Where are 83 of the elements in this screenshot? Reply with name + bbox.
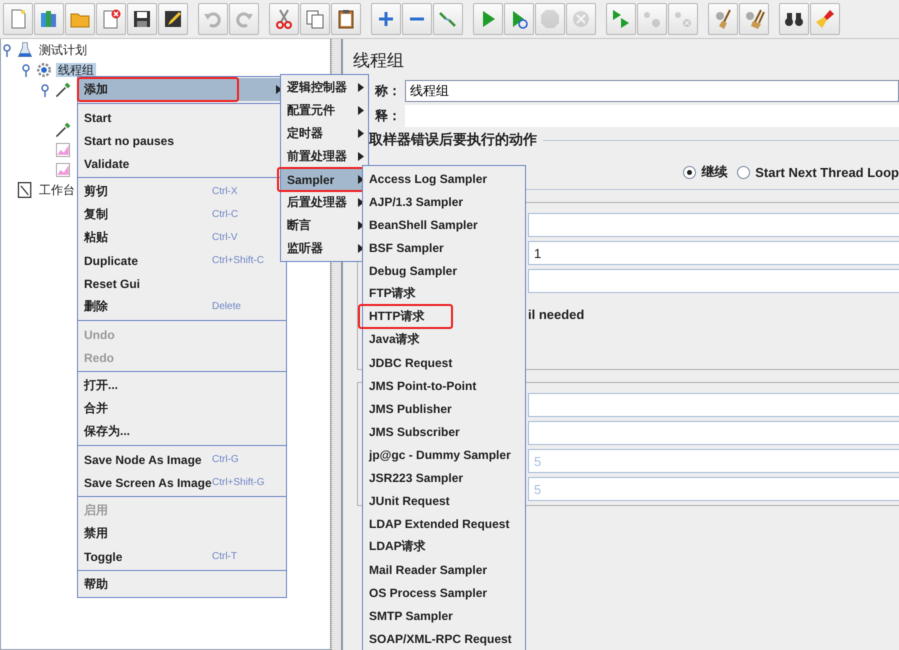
input-field[interactable] <box>528 269 899 293</box>
menu-item[interactable]: HTTP请求 <box>363 305 525 328</box>
section-title: 取样器错误后要执行的动作 <box>369 131 537 149</box>
menu-item[interactable]: Save Node As Image Ctrl-G <box>78 448 286 471</box>
tree-handle-icon[interactable] <box>39 83 51 97</box>
pencil-icon <box>162 8 184 30</box>
close-icon <box>570 8 592 30</box>
gear-icon <box>35 61 53 79</box>
tree-node[interactable]: 线程组 <box>56 63 96 77</box>
menu-item[interactable]: Reset Gui <box>78 272 286 295</box>
menu-item[interactable]: JDBC Request <box>363 351 525 374</box>
menu-item[interactable]: FTP请求 <box>363 282 525 305</box>
shortcut-text: Ctrl-T <box>212 551 238 562</box>
menu-item[interactable]: OS Process Sampler <box>363 581 525 604</box>
menu-item[interactable]: 合并 <box>78 397 286 420</box>
menu-item[interactable]: JMS Publisher <box>363 397 525 420</box>
menu-item[interactable]: BeanShell Sampler <box>363 213 525 236</box>
input-field[interactable] <box>528 213 899 237</box>
menu-item[interactable]: SOAP/XML-RPC Request <box>363 627 525 650</box>
input-field[interactable] <box>528 393 899 417</box>
menu-item[interactable]: Save Screen As ImageCtrl+Shift-G <box>78 471 286 494</box>
radio-button[interactable] <box>737 166 750 178</box>
menu-item[interactable]: LDAP Extended Request <box>363 512 525 535</box>
note-text: il needed <box>528 307 586 322</box>
menu-item[interactable]: 帮助 <box>78 573 286 596</box>
name-label: 称： <box>374 82 401 100</box>
toolbar-button[interactable] <box>158 3 188 35</box>
menu-item[interactable]: 保存为... <box>78 420 286 443</box>
menu-item[interactable]: 禁用 <box>78 522 286 545</box>
comment-label: 释： <box>374 107 401 125</box>
shortcut-text: Ctrl+Shift-C <box>212 255 265 266</box>
shortcut-text: Ctrl-C <box>212 209 240 220</box>
radio-option[interactable]: Start Next Thread Loop <box>737 164 899 180</box>
toolbar-button[interactable] <box>300 3 330 35</box>
shortcut-text: Ctrl+Shift-G <box>212 477 266 488</box>
tree-node[interactable]: 测试计划 <box>37 43 89 57</box>
stop-sign-icon <box>539 8 561 30</box>
toolbar-button[interactable] <box>739 3 769 35</box>
dropper-icon <box>54 121 72 139</box>
menu-item[interactable]: JMS Subscriber <box>363 420 525 443</box>
flask-icon <box>16 41 34 59</box>
dropper-icon <box>54 81 72 99</box>
tree-handle-icon[interactable] <box>20 63 32 77</box>
input-field[interactable]: 1 <box>528 241 899 265</box>
graph-icon <box>54 161 72 179</box>
toolbar-button[interactable] <box>127 3 157 35</box>
menu-item[interactable]: jp@gc - Dummy Sampler <box>363 443 525 466</box>
menu-item[interactable]: JSR223 Sampler <box>363 466 525 489</box>
menu-item[interactable]: 打开... <box>78 374 286 397</box>
tree-handle-icon[interactable] <box>1 43 13 57</box>
broom-icon <box>743 8 765 30</box>
shortcut-text: Delete <box>212 301 242 312</box>
menu-item[interactable]: LDAP请求 <box>363 535 525 558</box>
toolbar-button[interactable] <box>504 3 534 35</box>
shortcut-text: Ctrl-V <box>212 232 239 243</box>
panel-title: 线程组 <box>353 50 405 72</box>
menu-item[interactable]: JMS Point-to-Point <box>363 374 525 397</box>
menu-item[interactable]: SMTP Sampler <box>363 604 525 627</box>
menu-item[interactable]: BSF Sampler <box>363 236 525 259</box>
menu-item[interactable]: 定时器 <box>281 122 368 145</box>
menu-item[interactable]: 配置元件 <box>281 99 368 122</box>
menu-item[interactable]: Toggle Ctrl-T <box>78 545 286 568</box>
input-field[interactable] <box>528 421 899 445</box>
copy-icon <box>304 8 326 30</box>
menu-item[interactable]: 删除 Delete <box>78 295 286 318</box>
scissors-icon <box>273 8 295 30</box>
menu-item[interactable]: 前置处理器 <box>281 145 368 168</box>
toolbar-button[interactable] <box>779 3 809 35</box>
graph-icon <box>54 141 72 159</box>
tree-node[interactable]: 工作台 <box>37 183 77 197</box>
radio-option[interactable]: 继续 <box>683 163 728 181</box>
menu-item[interactable]: AJP/1.3 Sampler <box>363 190 525 213</box>
menu-item[interactable]: JUnit Request <box>363 489 525 512</box>
toolbar-button[interactable] <box>331 3 361 35</box>
clipboard-icon <box>16 181 34 199</box>
menu-item[interactable]: Mail Reader Sampler <box>363 558 525 581</box>
brush-icon <box>814 8 836 30</box>
shortcut-text: Ctrl-G <box>212 454 240 465</box>
shortcut-text: Ctrl-X <box>212 186 239 197</box>
menu-item[interactable]: Java请求 <box>363 328 525 351</box>
name-field[interactable]: 线程组 <box>405 80 899 102</box>
menu-item[interactable]: Debug Sampler <box>363 259 525 282</box>
radio-button[interactable] <box>683 166 696 178</box>
